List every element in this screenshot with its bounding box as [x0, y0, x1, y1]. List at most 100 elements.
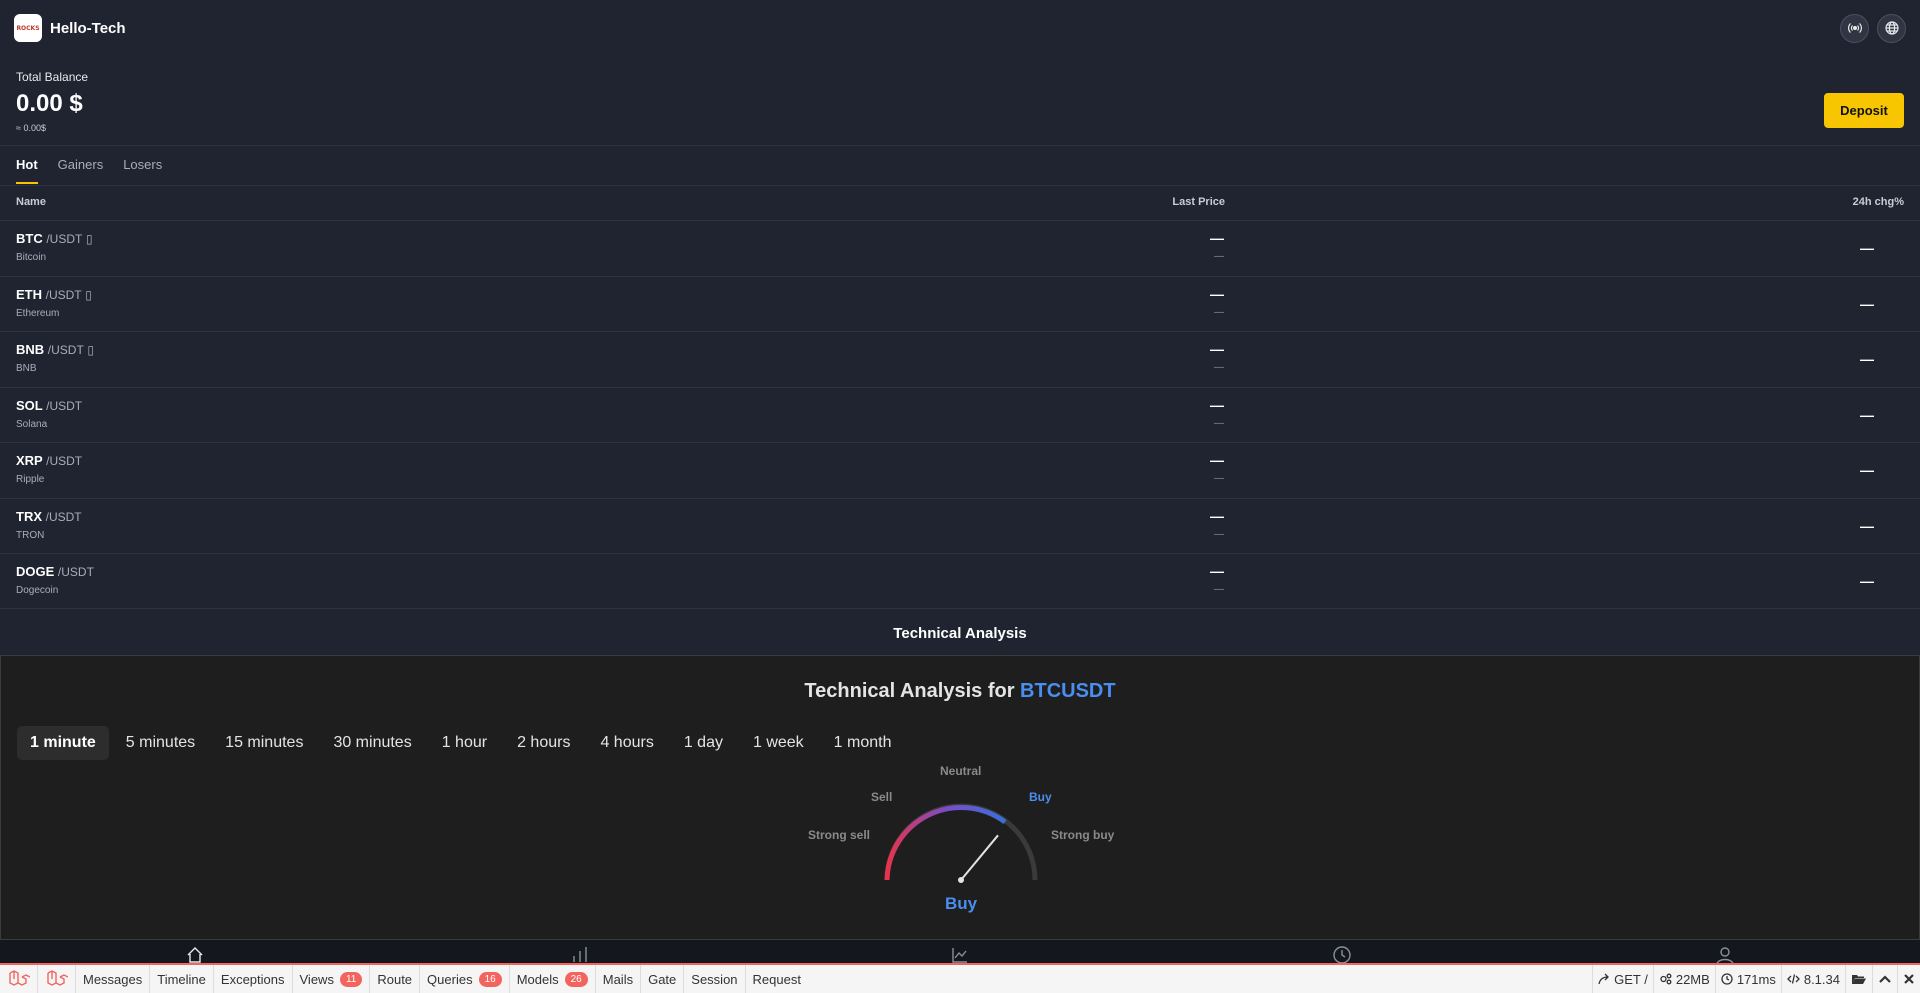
pair-text: /USDT [46, 454, 83, 468]
gauge-needle [960, 834, 999, 881]
close-button[interactable] [1897, 965, 1920, 993]
tab-models[interactable]: Models 26 [510, 965, 596, 993]
share-icon [1598, 973, 1610, 985]
interval-tabs: 1 minute 5 minutes 15 minutes 30 minutes… [17, 726, 904, 760]
tab-losers[interactable]: Losers [123, 146, 162, 184]
markets-icon[interactable] [570, 945, 590, 963]
app-logo[interactable]: ROCKS [14, 14, 42, 42]
brand-name: Hello-Tech [50, 19, 126, 37]
tab-timeline[interactable]: Timeline [150, 965, 214, 993]
flag-icon: ▯ [87, 343, 95, 357]
interval-1-month[interactable]: 1 month [821, 726, 905, 760]
market-table-header: Name Last Price 24h chg% [0, 186, 1920, 220]
deposit-button[interactable]: Deposit [1824, 93, 1904, 128]
history-icon[interactable] [1332, 945, 1352, 963]
change-percent: — [1860, 295, 1874, 312]
tab-label: Request [752, 971, 801, 987]
tab-label: Exceptions [220, 971, 285, 987]
request-duration[interactable]: 171ms [1714, 965, 1781, 993]
last-price: — [1210, 507, 1224, 524]
interval-30-minutes[interactable]: 30 minutes [320, 726, 424, 760]
table-row[interactable]: BTC /USDT ▯ Bitcoin — — — [0, 220, 1920, 276]
divider [0, 608, 1920, 609]
change-percent: — [1860, 240, 1874, 256]
coin-name: Ripple [16, 474, 45, 485]
interval-4-hours[interactable]: 4 hours [587, 726, 666, 760]
coin-symbol: BNB /USDT ▯ [16, 342, 94, 357]
globe-icon [1884, 21, 1899, 35]
memory-usage[interactable]: 22MB [1652, 965, 1715, 993]
tab-mails[interactable]: Mails [596, 965, 642, 993]
app-header: ROCKS Hello-Tech [0, 0, 1920, 56]
interval-5-minutes[interactable]: 5 minutes [113, 726, 208, 760]
interval-1-week[interactable]: 1 week [740, 726, 817, 760]
pair-text: /USDT [46, 232, 83, 246]
change-percent: — [1860, 573, 1874, 589]
symbol-text: TRX [16, 508, 42, 524]
interval-2-hours[interactable]: 2 hours [504, 726, 583, 760]
debug-bar: Messages Timeline Exceptions Views 11 Rou… [0, 963, 1920, 993]
tab-hot[interactable]: Hot [16, 146, 38, 184]
coin-name: Ethereum [16, 307, 60, 319]
tab-queries[interactable]: Queries 16 [420, 965, 510, 993]
last-price: — [1210, 230, 1224, 246]
balance-amount: 0.00 $ [16, 90, 83, 117]
debugbar-brand[interactable] [38, 965, 76, 993]
tab-request[interactable]: Request [746, 965, 808, 993]
last-price-fiat: — [1214, 584, 1224, 595]
php-version[interactable]: 8.1.34 [1780, 965, 1845, 993]
table-row[interactable]: XRP /USDT Ripple — — — [0, 442, 1920, 498]
gauge-arc [884, 805, 1007, 881]
debugbar-logo[interactable] [0, 965, 38, 993]
chevron-up-icon [1879, 975, 1891, 983]
duration-value: 171ms [1736, 971, 1776, 987]
home-icon[interactable] [185, 945, 205, 963]
last-price: — [1210, 285, 1224, 302]
tab-label: Timeline [157, 971, 206, 987]
interval-1-hour[interactable]: 1 hour [429, 726, 500, 760]
pair-text: /USDT [46, 398, 83, 413]
tab-label: Gate [648, 971, 677, 987]
symbol-text: SOL [16, 397, 43, 413]
table-row[interactable]: TRX /USDT TRON — — — [0, 497, 1920, 554]
language-button[interactable] [1877, 13, 1906, 43]
tab-label: Mails [602, 971, 634, 987]
tab-session[interactable]: Session [684, 965, 746, 993]
tab-label: Views [299, 971, 334, 987]
tab-gainers[interactable]: Gainers [58, 146, 104, 184]
interval-15-minutes[interactable]: 15 minutes [212, 726, 316, 760]
open-button[interactable] [1845, 965, 1872, 993]
maximize-button[interactable] [1872, 965, 1897, 993]
balance-approx: ≈ 0.00$ [16, 123, 46, 133]
balance-label: Total Balance [16, 70, 89, 84]
table-row[interactable]: DOGE /USDT Dogecoin — — — [0, 553, 1920, 609]
tab-gate[interactable]: Gate [641, 965, 685, 993]
table-row[interactable]: BNB /USDT ▯ BNB — — — [0, 331, 1920, 387]
pair-text: /USDT [57, 565, 94, 579]
tab-views[interactable]: Views 11 [293, 965, 371, 993]
col-last-price: Last Price [1172, 196, 1225, 208]
technical-analysis-widget: Technical Analysis for BTCUSDT 1 minute … [0, 655, 1920, 940]
request-method: GET / [1614, 971, 1648, 987]
table-row[interactable]: ETH /USDT ▯ Ethereum — — — [0, 275, 1920, 332]
market-table: BTC /USDT ▯ Bitcoin — — — ETH /USDT ▯ Et… [0, 220, 1920, 609]
trade-icon[interactable] [950, 945, 970, 963]
flag-icon: ▯ [85, 232, 93, 246]
tab-label: Queries [427, 971, 473, 987]
col-change: 24h chg% [1852, 196, 1904, 208]
interval-1-day[interactable]: 1 day [671, 726, 736, 760]
bottom-navigation [0, 940, 1920, 963]
table-row[interactable]: SOL /USDT Solana — — — [0, 386, 1920, 443]
profile-icon[interactable] [1715, 945, 1735, 963]
tab-route[interactable]: Route [370, 965, 421, 993]
pair-text: /USDT [45, 509, 82, 524]
tab-exceptions[interactable]: Exceptions [214, 965, 293, 993]
request-info[interactable]: GET / [1592, 965, 1653, 993]
tab-messages[interactable]: Messages [76, 965, 151, 993]
interval-1-minute[interactable]: 1 minute [17, 726, 109, 760]
symbol-link[interactable]: BTCUSDT [1020, 680, 1116, 702]
laravel-logo-icon [8, 970, 30, 986]
last-price-fiat: — [1214, 473, 1224, 484]
count-badge: 11 [339, 971, 363, 987]
broadcast-button[interactable] [1840, 13, 1869, 43]
